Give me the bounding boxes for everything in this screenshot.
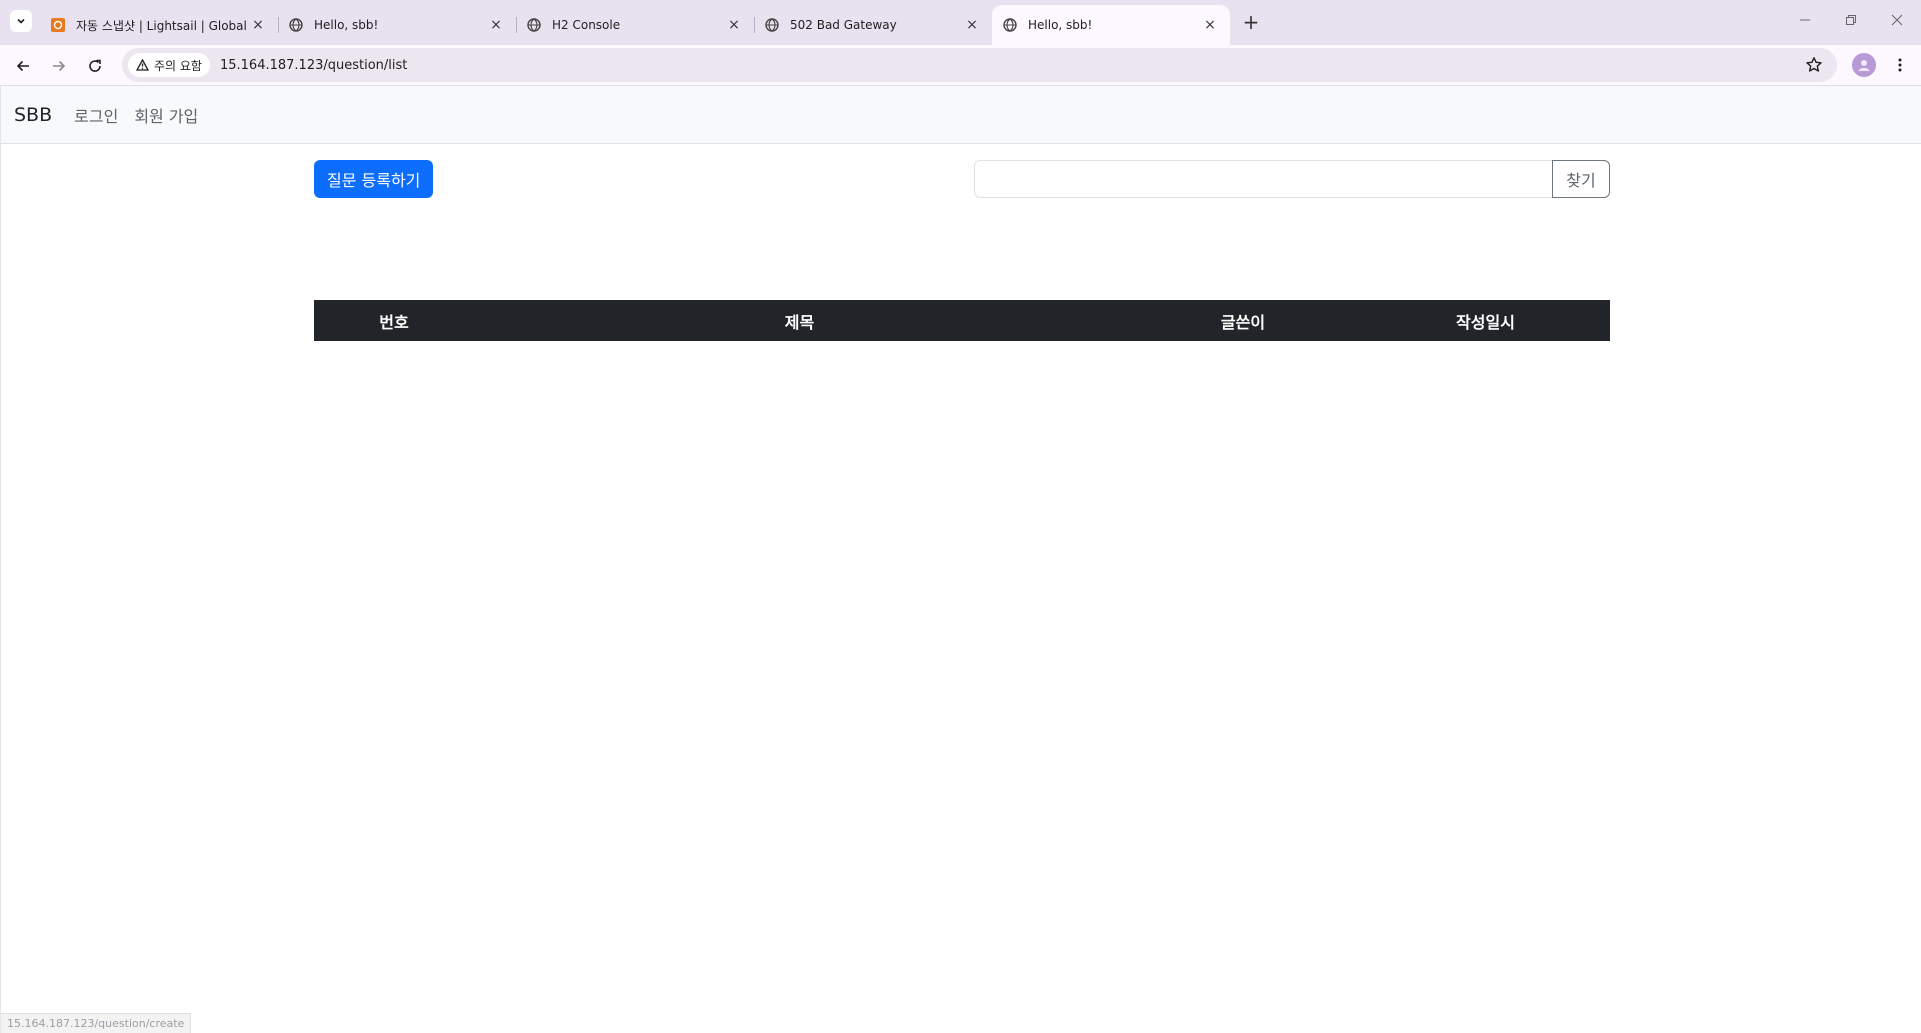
minimize-button[interactable]: [1782, 0, 1828, 40]
address-bar[interactable]: 주의 요함 15.164.187.123/question/list: [122, 48, 1837, 82]
tab-title: Hello, sbb!: [314, 18, 379, 32]
close-icon[interactable]: ×: [250, 17, 266, 33]
close-icon: [1891, 14, 1903, 26]
close-icon[interactable]: ×: [488, 17, 504, 33]
restore-button[interactable]: [1828, 0, 1874, 40]
browser-tabstrip: 자동 스냅샷 | Lightsail | Global × Hello, sbb…: [0, 0, 1921, 45]
column-header-number: 번호: [379, 312, 409, 332]
tab-h2-console[interactable]: H2 Console ×: [516, 5, 754, 45]
reload-icon: [89, 59, 101, 72]
search-group: 찾기: [974, 160, 1610, 198]
column-header-author: 글쓴이: [1220, 312, 1266, 332]
tab-title: 502 Bad Gateway: [790, 18, 897, 32]
security-indicator[interactable]: 주의 요함: [128, 53, 210, 77]
reload-button[interactable]: [82, 53, 108, 79]
lightsail-icon: [50, 17, 66, 33]
signup-link[interactable]: 회원 가입: [134, 103, 198, 127]
column-header-title: 제목: [784, 312, 815, 332]
security-label: 주의 요함: [154, 58, 202, 73]
new-tab-button[interactable]: +: [1236, 8, 1266, 36]
tab-list: 자동 스냅샷 | Lightsail | Global × Hello, sbb…: [40, 5, 1230, 45]
site-navbar: SBB 로그인 회원 가입: [1, 86, 1921, 144]
status-bar-link-preview: 15.164.187.123/question/create: [1, 1013, 192, 1033]
close-icon[interactable]: ×: [964, 17, 980, 33]
login-link[interactable]: 로그인: [74, 103, 118, 127]
globe-icon: [1002, 17, 1018, 33]
avatar-icon: [1858, 60, 1870, 71]
search-button[interactable]: 찾기: [1552, 160, 1610, 198]
back-button[interactable]: [10, 53, 36, 79]
tab-title: 자동 스냅샷 | Lightsail | Global: [76, 18, 247, 33]
tab-502-bad-gateway[interactable]: 502 Bad Gateway ×: [754, 5, 992, 45]
profile-avatar[interactable]: [1852, 53, 1876, 77]
question-table: 번호 제목 글쓴이 작성일시: [314, 300, 1610, 341]
tab-search-button[interactable]: [10, 10, 32, 32]
create-question-button[interactable]: 질문 등록하기: [314, 160, 434, 198]
browser-menu-button[interactable]: [1888, 53, 1912, 77]
brand-link[interactable]: SBB: [14, 104, 52, 126]
bookmark-star-icon[interactable]: [1805, 56, 1823, 74]
tab-hello-sbb-active[interactable]: Hello, sbb! ×: [992, 5, 1230, 45]
table-header-row: 번호 제목 글쓴이 작성일시: [314, 300, 1610, 341]
browser-toolbar: 주의 요함 15.164.187.123/question/list: [0, 45, 1921, 86]
tab-hello-sbb-1[interactable]: Hello, sbb! ×: [278, 5, 516, 45]
restore-icon: [1846, 15, 1856, 25]
arrow-left-icon: [16, 60, 29, 72]
page-viewport: SBB 로그인 회원 가입 질문 등록하기 찾기 번호 제목 글쓴이 작성일시 …: [0, 86, 1921, 1033]
url-text[interactable]: 15.164.187.123/question/list: [220, 58, 407, 73]
tab-title: Hello, sbb!: [1028, 18, 1093, 32]
search-input[interactable]: [974, 160, 1552, 198]
globe-icon: [526, 17, 542, 33]
tab-title: H2 Console: [552, 18, 621, 32]
chevron-down-icon: [17, 18, 25, 24]
minimize-icon: [1800, 19, 1810, 21]
forward-button[interactable]: [46, 53, 72, 79]
arrow-right-icon: [53, 60, 66, 72]
globe-icon: [764, 17, 780, 33]
globe-icon: [288, 17, 304, 33]
close-icon[interactable]: ×: [1202, 17, 1218, 33]
tab-lightsail[interactable]: 자동 스냅샷 | Lightsail | Global ×: [40, 5, 278, 45]
column-header-date: 작성일시: [1456, 312, 1515, 332]
close-icon[interactable]: ×: [726, 17, 742, 33]
more-vertical-icon: [1898, 58, 1902, 72]
warning-icon: [136, 59, 149, 71]
window-close-button[interactable]: [1874, 0, 1920, 40]
